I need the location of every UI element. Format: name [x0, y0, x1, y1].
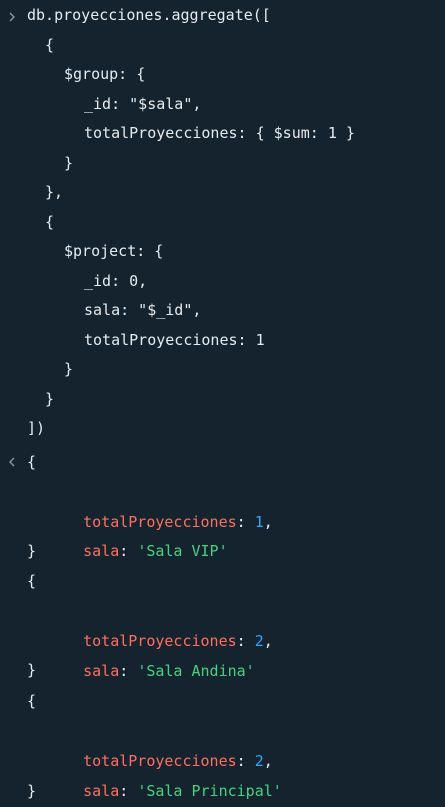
command-line: $project: { [64, 242, 164, 260]
field-key: sala [83, 542, 120, 560]
result-field-row: totalProyecciones: 1, [47, 477, 273, 531]
result-field-row: sala: 'Sala Principal' [47, 746, 282, 800]
field-sep: : [236, 513, 255, 531]
result-close-brace: } [27, 661, 37, 679]
command-line: _id: "$sala", [84, 95, 202, 113]
field-comma: , [263, 513, 273, 531]
command-line: }, [45, 183, 64, 201]
command-line: sala: "$_id", [84, 301, 202, 319]
field-sep: : [119, 662, 138, 680]
field-comma: , [263, 632, 273, 650]
result-open-brace: { [27, 453, 37, 471]
field-sep: : [119, 542, 138, 560]
chevron-left-icon [7, 447, 21, 477]
field-sep: : [119, 782, 138, 800]
command-line: } [64, 360, 74, 378]
field-value-string: 'Sala VIP' [137, 542, 228, 560]
result-open-brace: { [27, 692, 37, 710]
result-open-brace: { [27, 572, 37, 590]
result-field-row: sala: 'Sala Andina' [47, 626, 255, 680]
field-value-string: 'Sala Andina' [137, 662, 255, 680]
command-line: _id: 0, [84, 272, 148, 290]
field-key: sala [83, 782, 120, 800]
result-close-brace: } [27, 782, 37, 800]
result-field-row: totalProyecciones: 2, [47, 596, 273, 650]
command-line: $group: { [64, 65, 146, 83]
command-line: ]) [27, 419, 46, 437]
mongo-shell-output: db.proyecciones.aggregate([ { $group: { … [0, 0, 445, 807]
command-line: totalProyecciones: { $sum: 1 } [84, 124, 355, 142]
command-line: { [45, 36, 55, 54]
field-key: sala [83, 662, 120, 680]
field-value-string: 'Sala Principal' [137, 782, 282, 800]
command-line: } [45, 390, 55, 408]
command-line: { [45, 213, 55, 231]
field-value-number: 2 [254, 632, 264, 650]
field-value-number: 1 [254, 513, 264, 531]
command-line: } [64, 154, 74, 172]
chevron-right-icon [7, 2, 21, 32]
command-line: db.proyecciones.aggregate([ [27, 6, 271, 24]
result-close-brace: } [27, 542, 37, 560]
result-field-row: sala: 'Sala VIP' [47, 506, 228, 560]
result-field-row: totalProyecciones: 2, [47, 716, 273, 770]
command-line: totalProyecciones: 1 [84, 331, 265, 349]
